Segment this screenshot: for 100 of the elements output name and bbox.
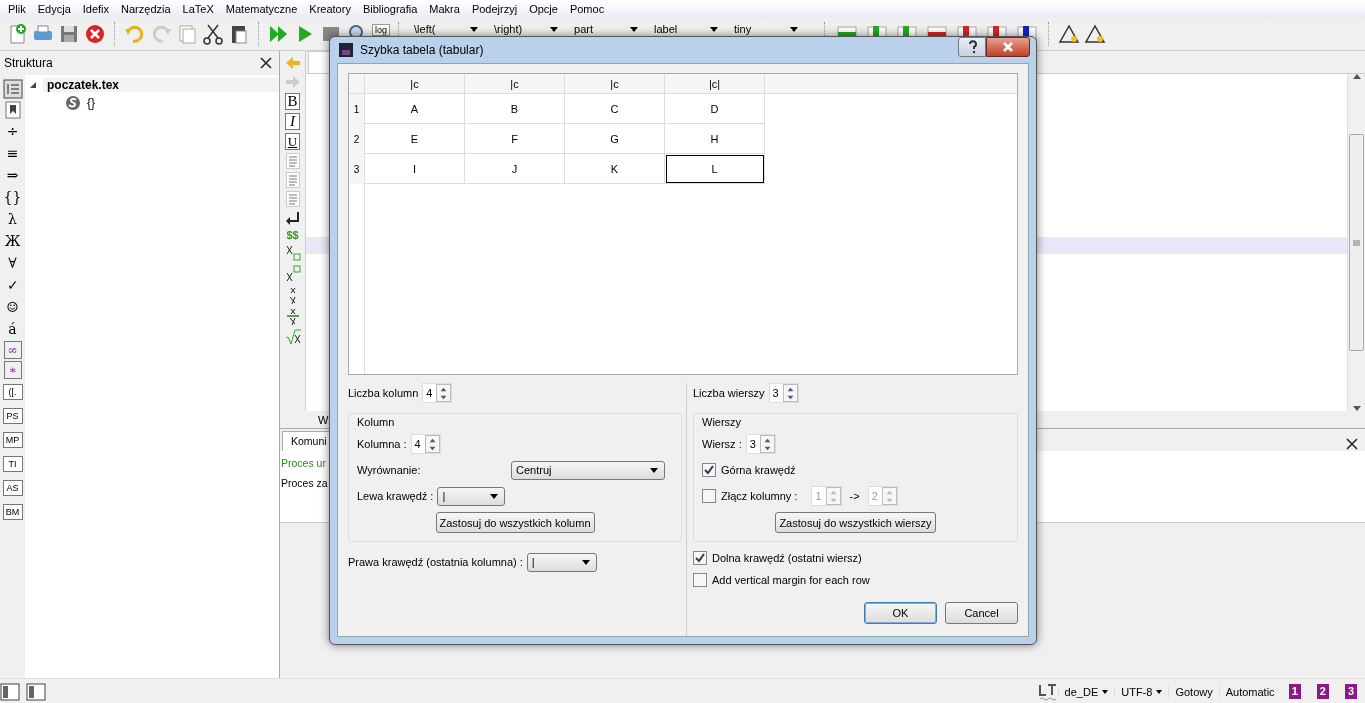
panel-icon[interactable] (0, 682, 20, 701)
up-arrow-icon[interactable] (763, 437, 771, 443)
bookmark-button[interactable]: 1 (1288, 684, 1301, 699)
format-button[interactable]: U (285, 133, 300, 150)
dialog-button[interactable]: Cancel (945, 602, 1018, 624)
symbol-tab[interactable]: ∀ (4, 253, 21, 273)
fraction-icon[interactable] (285, 307, 300, 325)
close-button[interactable] (986, 37, 1030, 57)
down-arrow-icon[interactable] (786, 394, 794, 400)
symbol-tab[interactable]: ☺ (4, 297, 21, 317)
symbol-tab[interactable]: ∗ (3, 361, 22, 379)
table-cell[interactable]: I (365, 154, 465, 184)
row-header[interactable]: 2 (349, 124, 365, 154)
table-cell[interactable]: D (665, 94, 765, 124)
spin-field[interactable]: 4 (410, 434, 441, 454)
down-arrow-icon[interactable] (763, 445, 771, 451)
up-arrow-icon[interactable] (786, 386, 794, 392)
symbol-tab[interactable]: PS (2, 408, 23, 424)
newline-icon[interactable] (284, 210, 301, 226)
dropdown[interactable]: | (437, 486, 506, 506)
up-arrow-icon[interactable] (1352, 74, 1361, 79)
symbol-tab[interactable]: ([. (2, 384, 23, 400)
dropdown[interactable]: | (526, 552, 597, 572)
symbol-tab[interactable]: ÷ (4, 121, 21, 141)
toolbar-dropdown[interactable]: \right) (488, 23, 564, 35)
dialog-button[interactable]: OK (864, 602, 937, 624)
bookmark-icon[interactable] (3, 101, 22, 119)
scrollbar[interactable] (1347, 74, 1365, 411)
table-cell[interactable]: F (465, 124, 565, 154)
save-icon[interactable] (58, 23, 80, 45)
table-cell[interactable]: A (365, 94, 465, 124)
symbol-tab[interactable]: ⇒ (4, 165, 21, 185)
tree-item[interactable]: {} (87, 96, 95, 110)
expanded-icon[interactable] (29, 81, 37, 89)
tree-item[interactable]: poczatek.tex (43, 78, 279, 92)
status-item[interactable]: UTF-8 (1114, 685, 1169, 698)
menu-item[interactable]: Plik (2, 3, 32, 15)
spellcheck-icon[interactable] (1037, 682, 1058, 701)
row-header[interactable]: 3 (349, 154, 365, 184)
symbol-tab[interactable]: {} (3, 187, 22, 207)
table-cell[interactable]: J (465, 154, 565, 184)
spin-field[interactable]: 3 (768, 383, 799, 403)
status-item[interactable]: de_DE (1057, 685, 1115, 698)
toolbar-dropdown[interactable]: part (568, 23, 644, 35)
spin-field[interactable]: 4 (422, 383, 453, 403)
toolbar-dropdown[interactable]: \left( (408, 23, 484, 35)
menu-item[interactable]: Opcje (523, 3, 564, 15)
table-cell[interactable]: H (665, 124, 765, 154)
help-button[interactable] (958, 37, 986, 57)
square-root-icon[interactable] (284, 328, 301, 346)
triangle-icon[interactable] (1084, 23, 1106, 45)
symbol-tab[interactable]: MP (2, 432, 23, 448)
menu-item[interactable]: Matematyczne (219, 3, 304, 15)
symbol-tab[interactable]: á (4, 319, 21, 339)
apply-button[interactable]: Zastosuj do wszystkich wierszy (775, 512, 936, 533)
menu-item[interactable]: Podejrzyj (465, 3, 524, 15)
section-icon[interactable] (65, 95, 81, 111)
table-cell[interactable]: L (665, 154, 765, 184)
table-cell[interactable]: B (465, 94, 565, 124)
dropdown[interactable]: Centruj (511, 460, 665, 480)
down-arrow-icon[interactable] (440, 394, 448, 400)
symbol-tab[interactable]: TI (2, 456, 23, 472)
log-button[interactable]: log (372, 24, 390, 36)
toolbar-dropdown[interactable]: tiny (728, 23, 804, 35)
row-header[interactable]: 1 (349, 94, 365, 124)
menu-item[interactable]: Pomoc (563, 3, 611, 15)
symbol-tab[interactable]: ≡ (4, 143, 21, 163)
menu-item[interactable]: Kreatory (303, 3, 357, 15)
menu-item[interactable]: LaTeX (176, 3, 220, 15)
help-icon[interactable] (967, 40, 977, 54)
subscript-icon[interactable] (284, 244, 301, 262)
close-icon[interactable] (1345, 437, 1359, 451)
table-cell[interactable]: K (565, 154, 665, 184)
triangle-icon[interactable] (1058, 23, 1080, 45)
menu-item[interactable]: Narzędzia (115, 3, 177, 15)
bookmark-button[interactable]: 2 (1316, 684, 1329, 699)
down-arrow-icon[interactable] (428, 445, 436, 451)
up-arrow-icon[interactable] (428, 437, 436, 443)
symbol-tab[interactable]: ✓ (4, 275, 21, 295)
menu-item[interactable]: Edycja (31, 3, 77, 15)
cut-icon[interactable] (202, 23, 224, 45)
symbol-tab[interactable]: AS (2, 480, 23, 496)
checkbox[interactable] (693, 573, 707, 587)
bookmark-button[interactable]: 3 (1344, 684, 1357, 699)
symbol-tab[interactable]: BM (2, 504, 23, 520)
symbol-tab[interactable]: Ж (4, 231, 21, 251)
apply-button[interactable]: Zastosuj do wszystkich kolumn (435, 512, 595, 533)
superscript-icon[interactable] (284, 265, 301, 283)
table-cell[interactable]: C (565, 94, 665, 124)
panel-icon[interactable] (26, 682, 46, 701)
down-arrow-icon[interactable] (1352, 406, 1361, 411)
menu-item[interactable]: Makra (423, 3, 466, 15)
spin-field[interactable]: 3 (745, 434, 776, 454)
menu-item[interactable]: Bibliografia (356, 3, 424, 15)
symbol-tab[interactable]: ∞ (3, 341, 22, 359)
format-button[interactable]: I (285, 113, 300, 130)
symbol-tab[interactable]: λ (4, 209, 21, 229)
app-icon[interactable] (338, 42, 354, 58)
menu-item[interactable]: Idefix (76, 3, 116, 15)
close-icon[interactable] (259, 56, 273, 70)
